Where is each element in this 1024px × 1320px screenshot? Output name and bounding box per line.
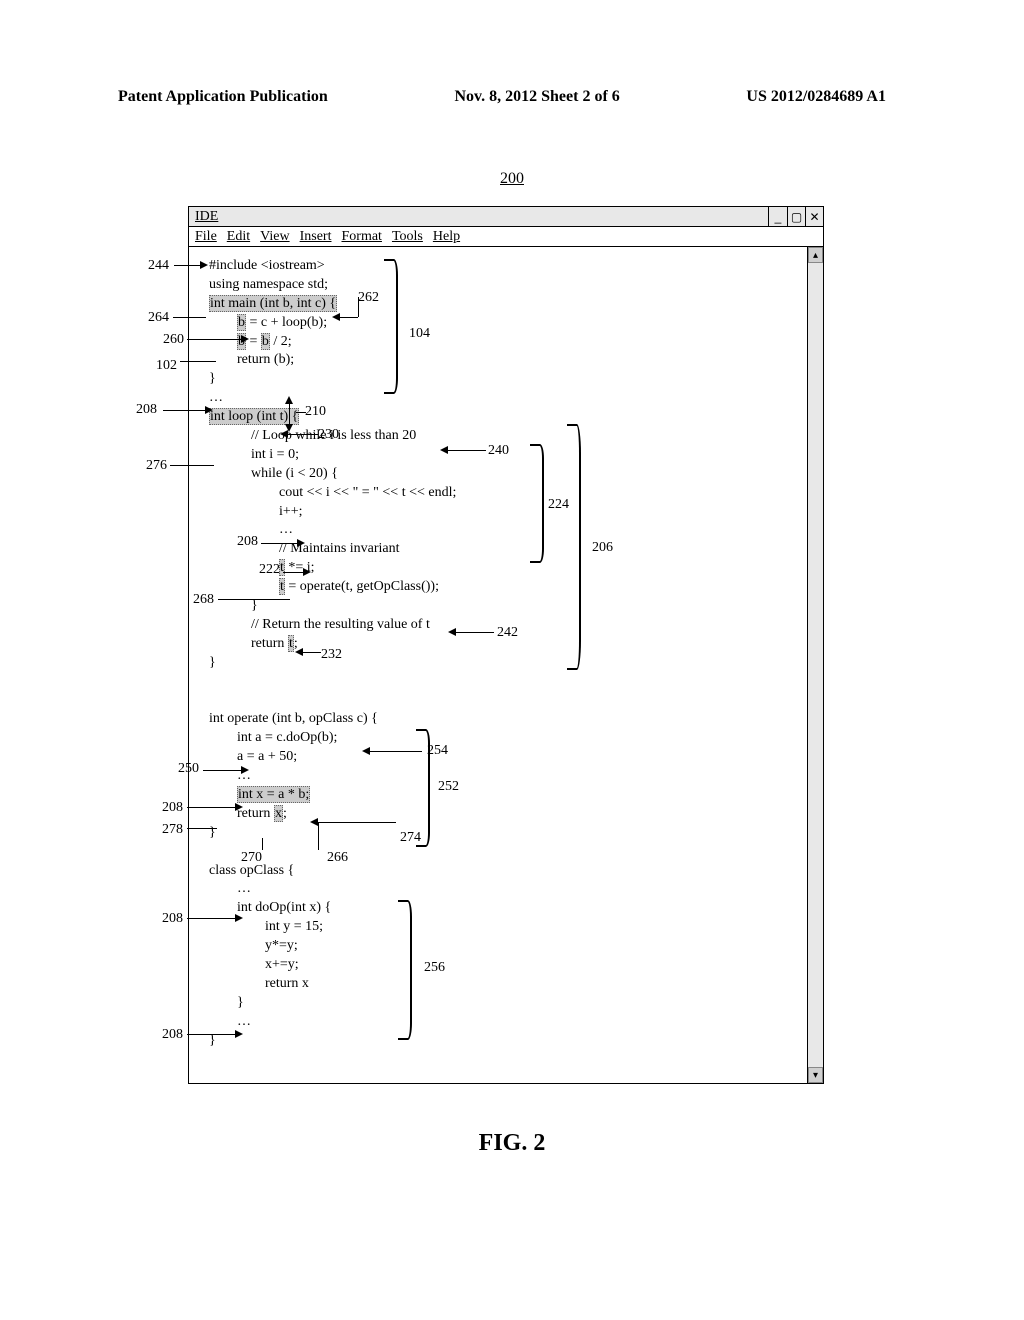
code-line	[209, 673, 456, 692]
header-right: US 2012/0284689 A1	[746, 88, 886, 106]
code-line: int i = 0;	[209, 446, 456, 465]
vertical-scrollbar[interactable]: ▴ ▾	[807, 247, 823, 1083]
label-278: 278	[162, 822, 183, 838]
hl-b-assign: b	[237, 314, 246, 331]
menubar: File Edit View Insert Format Tools Help	[189, 227, 823, 247]
label-242: 242	[497, 625, 518, 641]
window-title: IDE	[195, 209, 218, 225]
label-232: 232	[321, 647, 342, 663]
code-line	[209, 691, 456, 710]
scroll-up-button[interactable]: ▴	[808, 247, 823, 263]
code-line: t *= i;	[209, 559, 456, 578]
code-line: int main (int b, int c) {	[209, 295, 456, 314]
code-line: // Return the resulting value of t	[209, 616, 456, 635]
hl-t3: t	[288, 635, 294, 652]
label-208e: 208	[162, 1027, 183, 1043]
scroll-down-button[interactable]: ▾	[808, 1067, 823, 1083]
hl-intx: int x = a * b;	[237, 786, 310, 803]
code-line: cout << i << " = " << t << endl;	[209, 484, 456, 503]
menu-file[interactable]: File	[195, 229, 217, 245]
window-controls: _ ▢ ✕	[768, 207, 823, 226]
label-208c: 208	[162, 800, 183, 816]
label-208d: 208	[162, 911, 183, 927]
label-230: 230	[318, 427, 339, 443]
label-256: 256	[424, 960, 445, 976]
label-222: 222	[259, 562, 280, 578]
code-line: }	[209, 994, 456, 1013]
figure-number: 200	[0, 170, 1024, 188]
brace-104	[384, 259, 398, 394]
label-208b: 208	[237, 534, 258, 550]
label-266: 266	[327, 850, 348, 866]
label-264: 264	[148, 310, 169, 326]
code-line: }	[209, 370, 456, 389]
menu-format[interactable]: Format	[342, 229, 382, 245]
label-208a: 208	[136, 402, 157, 418]
maximize-button[interactable]: ▢	[787, 207, 805, 226]
code-line: int y = 15;	[209, 918, 456, 937]
code-line: return x	[209, 975, 456, 994]
code-line: …	[209, 880, 456, 899]
label-268: 268	[193, 592, 214, 608]
titlebar: IDE _ ▢ ✕	[189, 207, 823, 227]
code-line: using namespace std;	[209, 276, 456, 295]
code-line: …	[209, 389, 456, 408]
label-244: 244	[148, 258, 169, 274]
menu-insert[interactable]: Insert	[300, 229, 332, 245]
header-center: Nov. 8, 2012 Sheet 2 of 6	[454, 88, 619, 106]
hl-x: x	[274, 805, 283, 822]
close-button[interactable]: ✕	[805, 207, 823, 226]
label-206: 206	[592, 540, 613, 556]
hl-t2: t	[279, 578, 285, 595]
brace-256	[398, 900, 412, 1040]
brace-206	[567, 424, 581, 670]
minimize-button[interactable]: _	[769, 207, 787, 226]
code-line: while (i < 20) {	[209, 465, 456, 484]
code-line: #include <iostream>	[209, 257, 456, 276]
figure-caption: FIG. 2	[0, 1130, 1024, 1157]
code-line: int doOp(int x) {	[209, 899, 456, 918]
menu-help[interactable]: Help	[433, 229, 460, 245]
code-line: }	[209, 1032, 456, 1051]
code-line: i++;	[209, 503, 456, 522]
label-270: 270	[241, 850, 262, 866]
code-line: t = operate(t, getOpClass());	[209, 578, 456, 597]
label-240: 240	[488, 443, 509, 459]
code-line: x+=y;	[209, 956, 456, 975]
code-line: return (b);	[209, 351, 456, 370]
label-250: 250	[178, 761, 199, 777]
label-210: 210	[305, 404, 326, 420]
label-104: 104	[409, 326, 430, 342]
label-260: 260	[163, 332, 184, 348]
menu-view[interactable]: View	[260, 229, 289, 245]
code-line: …	[209, 1013, 456, 1032]
ide-window: IDE _ ▢ ✕ File Edit View Insert Format T…	[188, 206, 824, 1084]
code-line: int operate (int b, opClass c) {	[209, 710, 456, 729]
label-102: 102	[156, 358, 177, 374]
label-274: 274	[400, 830, 421, 846]
hl-main-sig: int main (int b, int c) {	[209, 295, 337, 312]
hl-loop-sig: int loop (int t) {	[209, 408, 299, 425]
brace-224	[530, 444, 544, 563]
header-left: Patent Application Publication	[118, 88, 328, 106]
hl-b3: b	[261, 333, 270, 350]
label-276: 276	[146, 458, 167, 474]
code-line: int loop (int t) {	[209, 408, 456, 427]
label-262: 262	[358, 290, 379, 306]
menu-tools[interactable]: Tools	[392, 229, 423, 245]
code-line: y*=y;	[209, 937, 456, 956]
menu-edit[interactable]: Edit	[227, 229, 250, 245]
label-224: 224	[548, 497, 569, 513]
label-254: 254	[427, 743, 448, 759]
label-252: 252	[438, 779, 459, 795]
